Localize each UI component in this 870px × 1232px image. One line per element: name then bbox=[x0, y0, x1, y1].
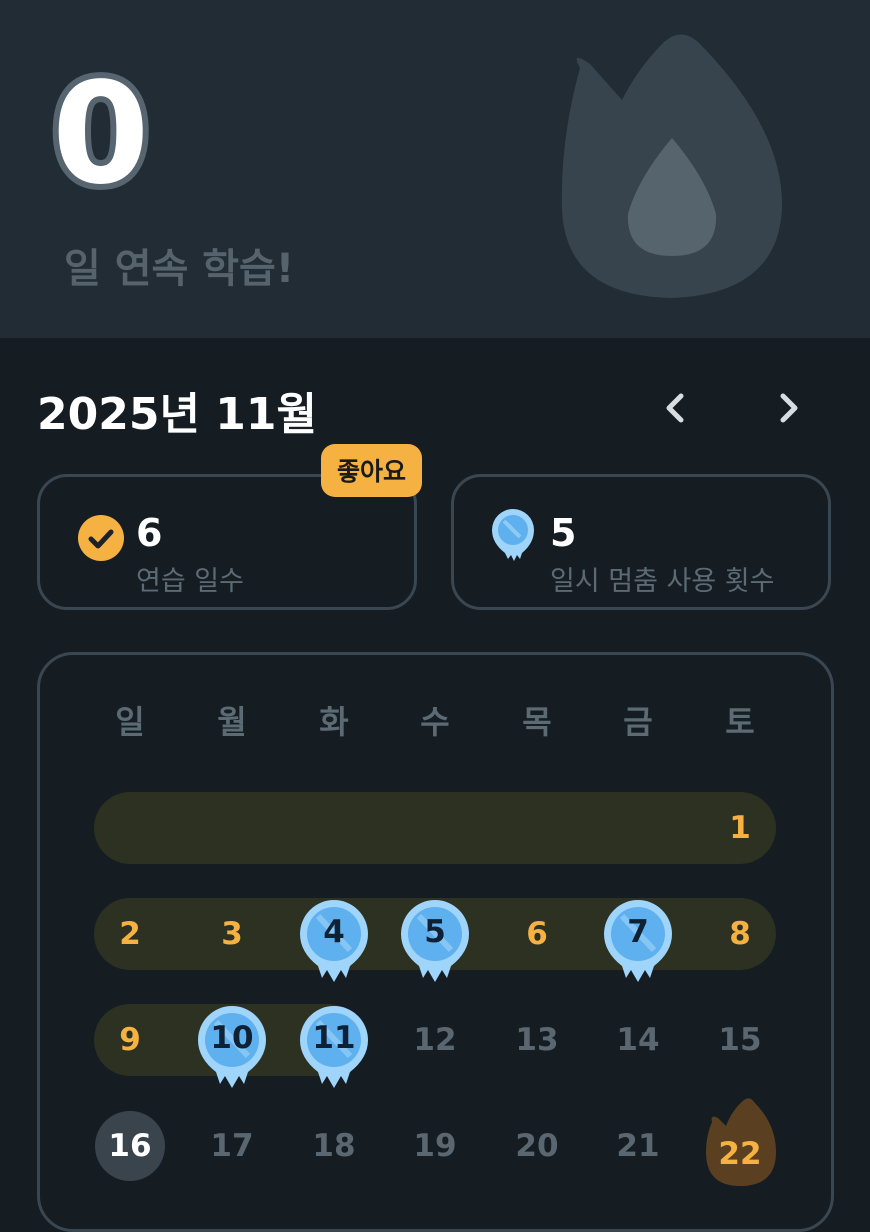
calendar-day-18[interactable]: 18 bbox=[294, 1116, 374, 1176]
streak-label: 일 연속 학습! bbox=[64, 246, 295, 292]
calendar-day-3[interactable]: 3 bbox=[192, 904, 272, 964]
chevron-right-icon bbox=[780, 393, 798, 423]
calendar-day-6[interactable]: 6 bbox=[497, 904, 577, 964]
calendar-day-20[interactable]: 20 bbox=[497, 1116, 577, 1176]
month-title: 2025년 11월 bbox=[37, 389, 317, 440]
calendar-day-12[interactable]: 12 bbox=[395, 1010, 475, 1070]
calendar-day-7[interactable]: 7 bbox=[602, 898, 674, 982]
weekday-sat: 토 bbox=[725, 703, 755, 741]
calendar-day-label: 11 bbox=[312, 1020, 356, 1056]
weekday-tue: 화 bbox=[319, 703, 349, 741]
calendar-day-9[interactable]: 9 bbox=[90, 1010, 170, 1070]
calendar-day-label: 22 bbox=[718, 1136, 762, 1172]
calendar-day-8[interactable]: 8 bbox=[700, 904, 780, 964]
freeze-used-card: 5 일시 멈춤 사용 횟수 bbox=[451, 474, 831, 610]
weekday-mon: 월 bbox=[217, 703, 247, 741]
streak-hero: 0 일 연속 학습! bbox=[0, 0, 870, 338]
check-circle-icon bbox=[78, 515, 124, 561]
calendar-day-21[interactable]: 21 bbox=[598, 1116, 678, 1176]
calendar-day-label: 10 bbox=[210, 1020, 254, 1056]
calendar-day-5[interactable]: 5 bbox=[399, 898, 471, 982]
calendar-day-17[interactable]: 17 bbox=[192, 1116, 272, 1176]
good-badge: 좋아요 bbox=[321, 444, 423, 497]
calendar-day-10[interactable]: 10 bbox=[196, 1004, 268, 1088]
calendar-day-13[interactable]: 13 bbox=[497, 1010, 577, 1070]
calendar-day-22[interactable]: 22 bbox=[704, 1096, 776, 1188]
calendar-day-16-today[interactable]: 16 bbox=[95, 1111, 165, 1181]
streak-count: 0 bbox=[46, 53, 155, 216]
weekday-thu: 목 bbox=[522, 703, 552, 741]
next-month-button[interactable] bbox=[768, 388, 808, 428]
previous-month-button[interactable] bbox=[656, 388, 696, 428]
practice-days-label: 연습 일수 bbox=[136, 566, 244, 597]
freeze-used-value: 5 bbox=[550, 511, 577, 555]
calendar-day-label: 5 bbox=[424, 914, 446, 950]
calendar-day-4[interactable]: 4 bbox=[298, 898, 370, 982]
chevron-left-icon bbox=[666, 393, 684, 423]
weekday-wed: 수 bbox=[420, 703, 450, 741]
calendar-day-2[interactable]: 2 bbox=[90, 904, 170, 964]
calendar-day-11[interactable]: 11 bbox=[298, 1004, 370, 1088]
calendar-day-15[interactable]: 15 bbox=[700, 1010, 780, 1070]
calendar-day-14[interactable]: 14 bbox=[598, 1010, 678, 1070]
practice-days-value: 6 bbox=[136, 511, 163, 555]
calendar-day-label: 4 bbox=[323, 914, 345, 950]
calendar-day-19[interactable]: 19 bbox=[395, 1116, 475, 1176]
weekday-sun: 일 bbox=[115, 703, 145, 741]
calendar-day-label: 7 bbox=[627, 914, 649, 950]
calendar-day-1[interactable]: 1 bbox=[700, 798, 780, 858]
weekday-fri: 금 bbox=[623, 703, 653, 741]
streak-freeze-icon bbox=[492, 509, 534, 561]
freeze-used-label: 일시 멈춤 사용 횟수 bbox=[550, 566, 775, 597]
flame-icon bbox=[561, 34, 783, 299]
streak-band-week1 bbox=[94, 792, 776, 864]
